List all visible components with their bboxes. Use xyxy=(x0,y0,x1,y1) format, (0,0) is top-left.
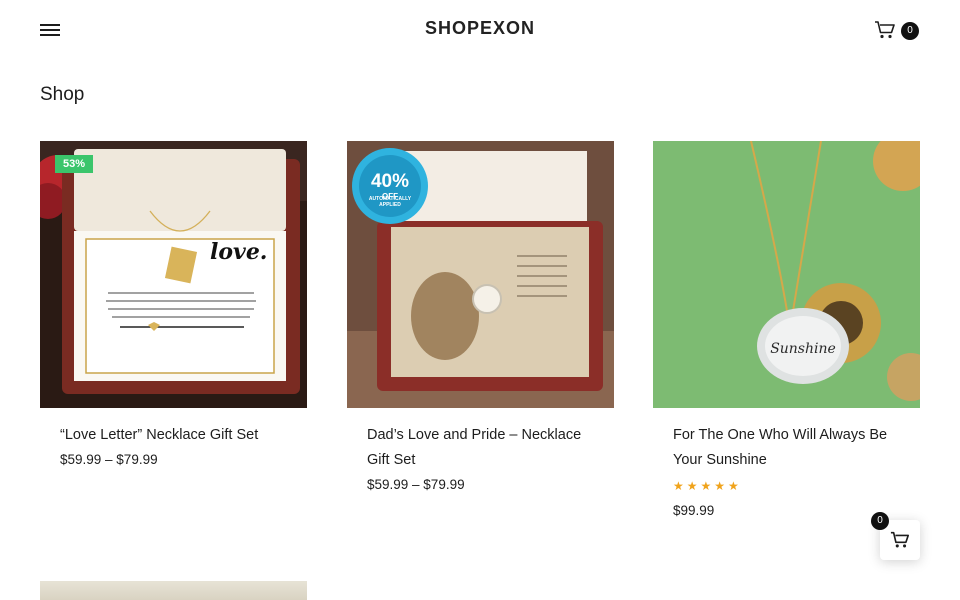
promo-percent: 40% xyxy=(371,171,409,192)
product-price: $59.99 – $79.99 xyxy=(60,452,158,467)
product-photo-love-letter-necklace: love. xyxy=(40,141,307,408)
page-title: Shop xyxy=(40,84,85,105)
product-price: $59.99 – $79.99 xyxy=(367,477,465,492)
cart-count-badge: 0 xyxy=(901,22,919,40)
promo-note: AUTOMATICALLY APPLIED xyxy=(368,196,412,208)
product-name[interactable]: For The One Who Will Always Be Your Suns… xyxy=(673,423,900,473)
sale-badge: 53% xyxy=(55,155,94,173)
floating-cart-count: 0 xyxy=(871,512,889,530)
product-price: $99.99 xyxy=(673,503,715,518)
product-photo-sunshine-necklace: Sunshine xyxy=(653,141,920,408)
product-name[interactable]: “Love Letter” Necklace Gift Set xyxy=(60,423,287,448)
svg-text:Sunshine: Sunshine xyxy=(770,341,836,357)
header-cart-button[interactable]: 0 xyxy=(874,18,922,44)
product-card: love. 53% “Love Letter” Necklace Gift Se… xyxy=(40,141,307,467)
product-image-partial[interactable] xyxy=(40,581,307,600)
site-logo: SHOPEXON xyxy=(0,18,960,39)
product-card: Sunshine For The One Who Will Always Be … xyxy=(653,141,920,518)
rating-stars: ★★★★★ xyxy=(673,479,742,493)
shopping-cart-icon xyxy=(875,21,895,39)
product-name[interactable]: Dad’s Love and Pride – Necklace Gift Set xyxy=(367,423,594,473)
svg-text:love.: love. xyxy=(210,239,267,265)
product-image[interactable]: Sunshine xyxy=(653,141,920,408)
product-image[interactable]: 40% OFF AUTOMATICALLY APPLIED xyxy=(347,141,614,408)
product-image[interactable]: love. 53% xyxy=(40,141,307,408)
site-header: SHOPEXON 0 xyxy=(0,0,960,60)
logo-link[interactable]: SHOPEXON xyxy=(425,18,535,38)
shopping-cart-icon xyxy=(890,531,909,548)
floating-cart-button[interactable]: 0 xyxy=(871,512,920,560)
product-card: 40% OFF AUTOMATICALLY APPLIED Dad’s Love… xyxy=(347,141,614,492)
product-photo-dads-love-necklace: 40% OFF xyxy=(347,141,614,408)
